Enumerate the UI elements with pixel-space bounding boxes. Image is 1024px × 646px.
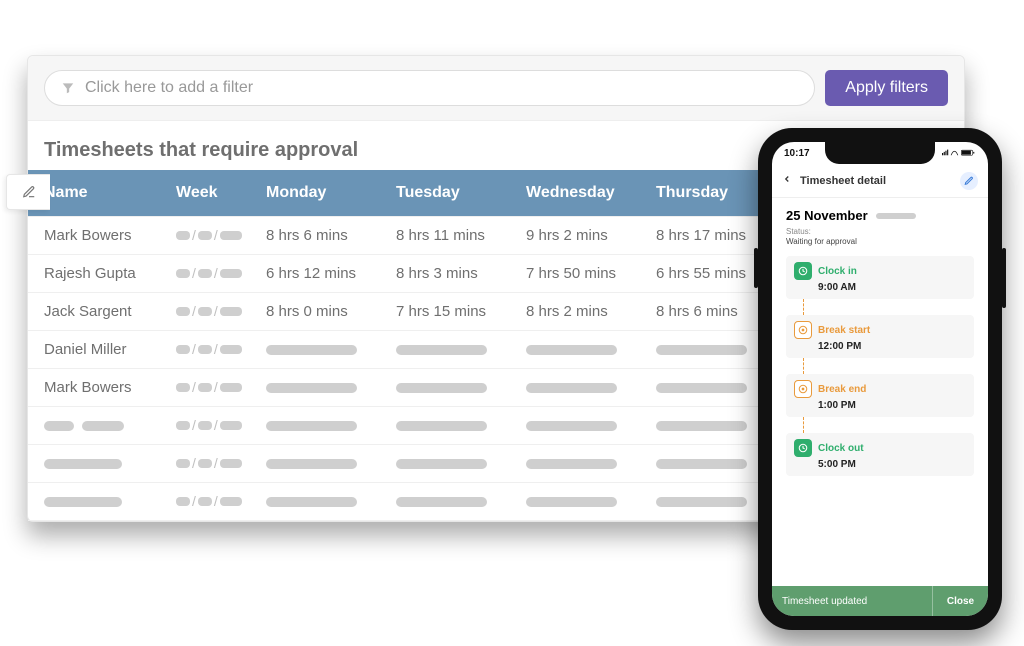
event-label: Break start [818, 325, 870, 336]
event-time: 1:00 PM [818, 400, 966, 411]
edit-tab[interactable] [6, 174, 50, 210]
toast-message: Timesheet updated [772, 586, 932, 616]
cell-name: Jack Sargent [28, 292, 168, 330]
cell-name: Daniel Miller [28, 330, 168, 368]
phone-screen: 10:17 Timesheet detail 25 [772, 142, 988, 616]
cell-week: // [168, 368, 258, 406]
event-time: 12:00 PM [818, 341, 966, 352]
cell-mon: 8 hrs 6 mins [258, 216, 388, 254]
apply-filters-button[interactable]: Apply filters [825, 70, 948, 106]
placeholder-bar [876, 213, 916, 219]
cell-mon: 6 hrs 12 mins [258, 254, 388, 292]
back-icon[interactable] [782, 174, 792, 187]
cell-tue: 8 hrs 11 mins [388, 216, 518, 254]
phone-header: Timesheet detail [772, 164, 988, 198]
cell-mon [258, 330, 388, 368]
cell-name [28, 406, 168, 444]
cell-name [28, 482, 168, 520]
toast-close-button[interactable]: Close [932, 586, 988, 616]
event-time: 5:00 PM [818, 459, 966, 470]
cell-week: // [168, 330, 258, 368]
col-week[interactable]: Week [168, 170, 258, 216]
phone-status: Status: Waiting for approval [786, 227, 974, 246]
cell-week: // [168, 444, 258, 482]
phone-time: 10:17 [784, 148, 810, 159]
phone-date-text: 25 November [786, 208, 868, 223]
event-label: Clock out [818, 443, 864, 454]
status-value: Waiting for approval [786, 237, 857, 246]
timeline-connector [803, 358, 804, 374]
clock-icon [794, 380, 812, 398]
phone-status-icons [942, 148, 976, 159]
cell-week: // [168, 482, 258, 520]
event-time: 9:00 AM [818, 282, 966, 293]
timeline-item[interactable]: Clock out 5:00 PM [786, 433, 974, 476]
cell-week: // [168, 292, 258, 330]
cell-wed: 8 hrs 2 mins [518, 292, 648, 330]
phone-body: 25 November Status: Waiting for approval… [772, 198, 988, 586]
cell-name: Rajesh Gupta [28, 254, 168, 292]
filter-placeholder: Click here to add a filter [85, 79, 253, 97]
timeline-item[interactable]: Break end 1:00 PM [786, 374, 974, 417]
clock-icon [794, 262, 812, 280]
filter-input[interactable]: Click here to add a filter [44, 70, 815, 106]
cell-mon: 8 hrs 0 mins [258, 292, 388, 330]
col-wed[interactable]: Wednesday [518, 170, 648, 216]
funnel-icon [61, 81, 75, 95]
cell-tue [388, 368, 518, 406]
cell-wed [518, 330, 648, 368]
cell-wed [518, 368, 648, 406]
col-tue[interactable]: Tuesday [388, 170, 518, 216]
phone-date: 25 November [786, 208, 974, 223]
cell-mon [258, 368, 388, 406]
event-label: Clock in [818, 266, 857, 277]
phone-notch [825, 142, 935, 164]
filter-bar: Click here to add a filter Apply filters [28, 56, 964, 121]
cell-name [28, 444, 168, 482]
cell-wed: 9 hrs 2 mins [518, 216, 648, 254]
cell-week: // [168, 254, 258, 292]
phone-mock: 10:17 Timesheet detail 25 [758, 128, 1002, 630]
status-label: Status: [786, 227, 974, 236]
timeline: Clock in9:00 AMBreak start12:00 PMBreak … [786, 256, 974, 476]
cell-tue [388, 330, 518, 368]
timeline-item[interactable]: Clock in 9:00 AM [786, 256, 974, 299]
cell-name: Mark Bowers [28, 216, 168, 254]
cell-tue: 7 hrs 15 mins [388, 292, 518, 330]
phone-edit-button[interactable] [960, 172, 978, 190]
cell-tue: 8 hrs 3 mins [388, 254, 518, 292]
timeline-connector [803, 299, 804, 315]
timeline-connector [803, 417, 804, 433]
cell-week: // [168, 406, 258, 444]
phone-toast: Timesheet updated Close [772, 586, 988, 616]
cell-wed: 7 hrs 50 mins [518, 254, 648, 292]
timeline-item[interactable]: Break start 12:00 PM [786, 315, 974, 358]
col-mon[interactable]: Monday [258, 170, 388, 216]
event-label: Break end [818, 384, 866, 395]
cell-week: // [168, 216, 258, 254]
phone-header-title: Timesheet detail [800, 175, 886, 187]
clock-icon [794, 439, 812, 457]
cell-name: Mark Bowers [28, 368, 168, 406]
clock-icon [794, 321, 812, 339]
